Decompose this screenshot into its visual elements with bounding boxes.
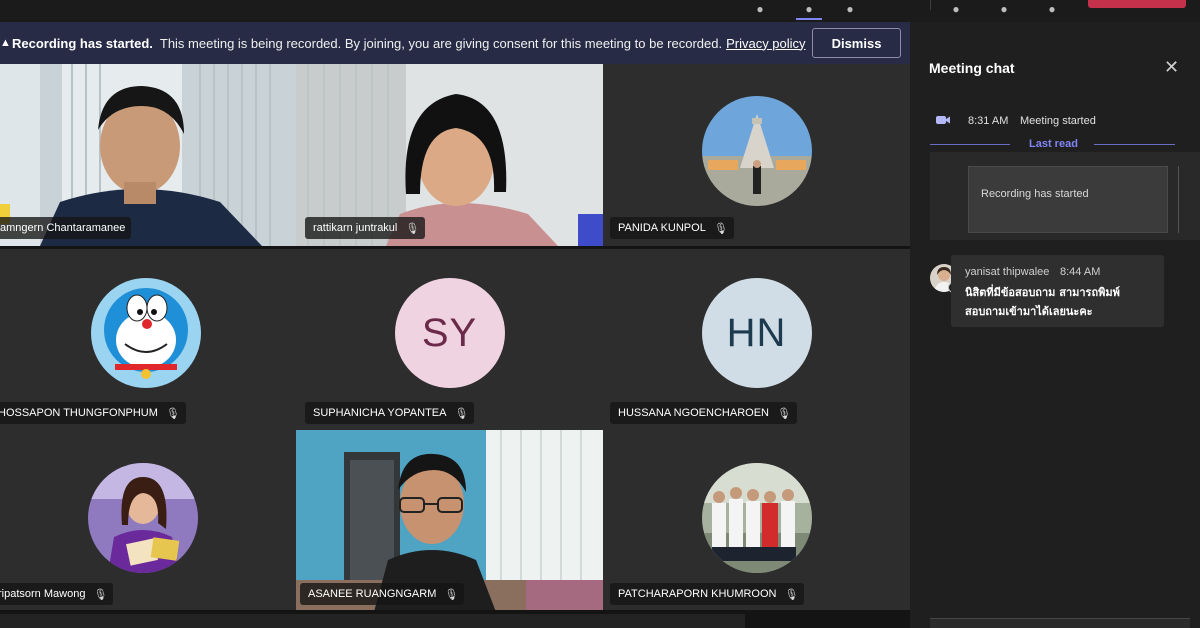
last-read-label: Last read bbox=[1029, 138, 1078, 150]
mic-muted-icon: 🎙︎ bbox=[454, 407, 469, 420]
privacy-policy-link[interactable]: Privacy policy bbox=[726, 36, 805, 51]
participant-tile[interactable]: SY SUPHANICHA YOPANTEA 🎙︎ bbox=[296, 249, 603, 431]
participant-avatar bbox=[88, 463, 198, 573]
participant-name: SUPHANICHA YOPANTEA bbox=[313, 407, 447, 419]
participant-name-tag: amngern Chantaramanee bbox=[0, 217, 132, 239]
warning-icon: ▲ bbox=[0, 37, 11, 49]
participant-name-tag: ripatsorn Mawong 🎙︎ bbox=[0, 583, 114, 605]
participant-name: PANIDA KUNPOL bbox=[618, 222, 706, 234]
leave-button[interactable] bbox=[1088, 0, 1186, 8]
dismiss-button[interactable]: Dismiss bbox=[812, 28, 901, 58]
participant-avatar-initials: SY bbox=[394, 278, 505, 388]
grid-footer bbox=[0, 610, 910, 628]
banner-message: This meeting is being recorded. By joini… bbox=[159, 35, 723, 51]
top-toolbar: ● ● ● ● ● ● bbox=[0, 0, 1200, 22]
participant-name: HOSSAPON THUNGFONPHUM bbox=[0, 407, 158, 419]
mic-muted-icon: 🎙︎ bbox=[713, 222, 728, 235]
participant-tile[interactable]: rattikarn juntrakul 🎙︎ bbox=[296, 64, 603, 246]
participant-tile[interactable]: ripatsorn Mawong 🎙︎ bbox=[0, 430, 296, 612]
participant-name: ASANEE RUANGNGARM bbox=[308, 588, 437, 600]
mic-muted-icon: 🎙︎ bbox=[784, 588, 799, 601]
last-read-divider bbox=[930, 144, 1010, 145]
toolbar-divider bbox=[930, 0, 931, 10]
participant-name: PATCHARAPORN KHUMROON bbox=[618, 588, 777, 600]
event-time: 8:31 AM bbox=[968, 115, 1009, 127]
recording-card[interactable]: Recording has started bbox=[968, 166, 1168, 233]
chat-title: Meeting chat bbox=[929, 60, 1015, 76]
avatar-photo bbox=[88, 463, 198, 573]
recording-banner: ▲ Recording has started. This meeting is… bbox=[0, 22, 910, 64]
mic-muted-icon: 🎙︎ bbox=[444, 588, 459, 601]
chat-message[interactable]: yanisat thipwalee 8:44 AM นิสิตที่มีข้อส… bbox=[951, 255, 1164, 327]
camera-icon[interactable]: ● bbox=[948, 1, 964, 17]
participant-name-tag: ASANEE RUANGNGARM 🎙︎ bbox=[300, 583, 465, 605]
close-icon[interactable]: ✕ bbox=[1164, 57, 1179, 78]
participant-name: HUSSANA NGOENCHAROEN bbox=[618, 407, 769, 419]
event-text: Meeting started bbox=[1020, 115, 1096, 127]
more-actions-icon[interactable]: ● bbox=[842, 1, 858, 17]
chat-icon[interactable]: ● bbox=[801, 1, 817, 17]
participant-tile[interactable]: PATCHARAPORN KHUMROON 🎙︎ bbox=[603, 430, 910, 612]
participant-tile[interactable]: HOSSAPON THUNGFONPHUM 🎙︎ bbox=[0, 249, 296, 431]
banner-title: Recording has started. bbox=[12, 35, 153, 51]
participant-avatar bbox=[701, 96, 812, 206]
participant-name-tag: HUSSANA NGOENCHAROEN 🎙︎ bbox=[610, 402, 797, 424]
avatar-photo bbox=[91, 278, 201, 388]
video-grid: amngern Chantaramanee rattikarn juntraku… bbox=[0, 64, 910, 612]
participant-name-tag: PANIDA KUNPOL 🎙︎ bbox=[610, 217, 734, 239]
participant-tile[interactable]: ASANEE RUANGNGARM 🎙︎ bbox=[296, 430, 603, 612]
avatar-initials: HN bbox=[726, 310, 787, 355]
message-time: 8:44 AM bbox=[1060, 266, 1101, 278]
mic-muted-icon: 🎙︎ bbox=[405, 222, 420, 235]
horizontal-scrollbar[interactable] bbox=[0, 614, 745, 628]
video-camera-icon bbox=[936, 116, 950, 124]
share-icon[interactable]: ● bbox=[1044, 1, 1060, 17]
active-tab-indicator bbox=[796, 18, 822, 20]
participant-avatar bbox=[701, 463, 812, 573]
participants-icon[interactable]: ● bbox=[752, 1, 768, 17]
participant-tile[interactable]: PANIDA KUNPOL 🎙︎ bbox=[603, 64, 910, 246]
participant-name-tag: PATCHARAPORN KHUMROON 🎙︎ bbox=[610, 583, 805, 605]
message-text-line: สอบถามเข้ามาได้เลยนะคะ bbox=[965, 305, 1093, 318]
participant-tile[interactable]: amngern Chantaramanee bbox=[0, 64, 296, 246]
participant-name: rattikarn juntrakul bbox=[313, 222, 398, 234]
participant-avatar-initials: HN bbox=[701, 278, 812, 388]
participant-tile[interactable]: HN HUSSANA NGOENCHAROEN 🎙︎ bbox=[603, 249, 910, 431]
participant-name: ripatsorn Mawong bbox=[0, 588, 86, 600]
card-scrollbar bbox=[1178, 166, 1179, 233]
mic-muted-icon: 🎙︎ bbox=[776, 407, 791, 420]
participant-name-tag: rattikarn juntrakul 🎙︎ bbox=[305, 217, 426, 239]
participant-avatar bbox=[91, 278, 201, 388]
message-text-line: นิสิตที่มีข้อสอบถาม สามารถพิมพ์ bbox=[965, 286, 1120, 299]
last-read-divider bbox=[1094, 144, 1175, 145]
meeting-chat-panel: Meeting chat ✕ 8:31 AM Meeting started L… bbox=[910, 22, 1200, 628]
avatar-initials: SY bbox=[421, 310, 478, 355]
compose-box[interactable] bbox=[930, 618, 1190, 628]
participant-name-tag: HOSSAPON THUNGFONPHUM 🎙︎ bbox=[0, 402, 186, 424]
mic-muted-icon: 🎙︎ bbox=[93, 588, 108, 601]
recording-card-text: Recording has started bbox=[981, 188, 1089, 200]
participant-name: amngern Chantaramanee bbox=[0, 222, 126, 234]
avatar-photo bbox=[701, 96, 812, 206]
message-author: yanisat thipwalee bbox=[965, 266, 1050, 278]
participant-name-tag: SUPHANICHA YOPANTEA 🎙︎ bbox=[305, 402, 475, 424]
avatar-photo bbox=[701, 463, 812, 573]
mic-muted-icon: 🎙︎ bbox=[165, 407, 180, 420]
mic-icon[interactable]: ● bbox=[996, 1, 1012, 17]
